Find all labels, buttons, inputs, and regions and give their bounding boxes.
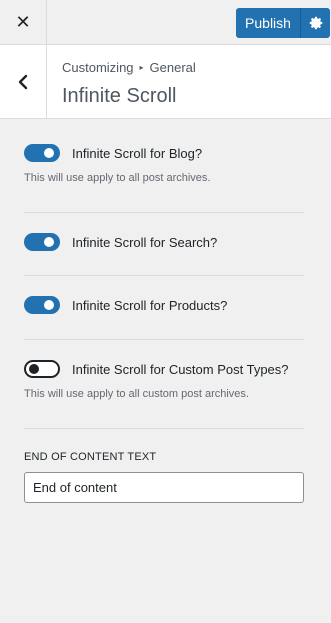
toggle-switch-blog[interactable] xyxy=(24,144,60,162)
description-custom-post-types: This will use apply to all custom post a… xyxy=(24,388,249,400)
breadcrumb-separator-icon: ▸ xyxy=(139,63,144,72)
close-button[interactable]: ✕ xyxy=(0,0,47,45)
toggle-label-custom-post-types: Infinite Scroll for Custom Post Types? xyxy=(72,361,289,377)
end-of-content-label: END OF CONTENT TEXT xyxy=(24,451,157,463)
close-icon: ✕ xyxy=(15,12,31,32)
back-button[interactable] xyxy=(0,45,47,119)
publish-button[interactable]: Publish xyxy=(236,8,300,38)
control-custom-post-types: Infinite Scroll for Custom Post Types? T… xyxy=(24,359,304,400)
toggle-custom-post-types[interactable]: Infinite Scroll for Custom Post Types? xyxy=(24,359,304,379)
toggle-switch-products[interactable] xyxy=(24,296,60,314)
divider xyxy=(24,212,304,213)
toggle-knob xyxy=(44,237,54,247)
end-of-content-input[interactable] xyxy=(24,472,304,503)
toggle-knob xyxy=(44,300,54,310)
toggle-switch-search[interactable] xyxy=(24,233,60,251)
toggle-knob xyxy=(44,148,54,158)
toggle-knob xyxy=(29,364,39,374)
section-title: Infinite Scroll xyxy=(62,85,177,107)
publish-button-group: Publish xyxy=(236,8,330,38)
toggle-search[interactable]: Infinite Scroll for Search? xyxy=(24,232,304,252)
toggle-switch-custom-post-types[interactable] xyxy=(24,360,60,378)
control-products: Infinite Scroll for Products? xyxy=(24,295,304,315)
description-blog: This will use apply to all post archives… xyxy=(24,172,211,184)
gear-icon xyxy=(309,16,322,30)
breadcrumb-section: General xyxy=(149,60,196,75)
publish-settings-button[interactable] xyxy=(300,8,330,38)
breadcrumb-root: Customizing xyxy=(62,60,134,75)
toggle-blog[interactable]: Infinite Scroll for Blog? xyxy=(24,143,304,163)
divider xyxy=(24,428,304,429)
control-search: Infinite Scroll for Search? xyxy=(24,232,304,252)
toggle-label-products: Infinite Scroll for Products? xyxy=(72,297,228,313)
toggle-label-search: Infinite Scroll for Search? xyxy=(72,234,218,250)
breadcrumb: Customizing ▸ General xyxy=(62,60,196,75)
customizer-topbar: ✕ Publish xyxy=(0,0,331,45)
toggle-products[interactable]: Infinite Scroll for Products? xyxy=(24,295,304,315)
divider xyxy=(24,275,304,276)
toggle-label-blog: Infinite Scroll for Blog? xyxy=(72,145,203,161)
section-header: Customizing ▸ General Infinite Scroll xyxy=(0,45,331,119)
chevron-left-icon xyxy=(18,74,28,90)
divider xyxy=(24,339,304,340)
control-blog: Infinite Scroll for Blog? This will use … xyxy=(24,143,304,184)
